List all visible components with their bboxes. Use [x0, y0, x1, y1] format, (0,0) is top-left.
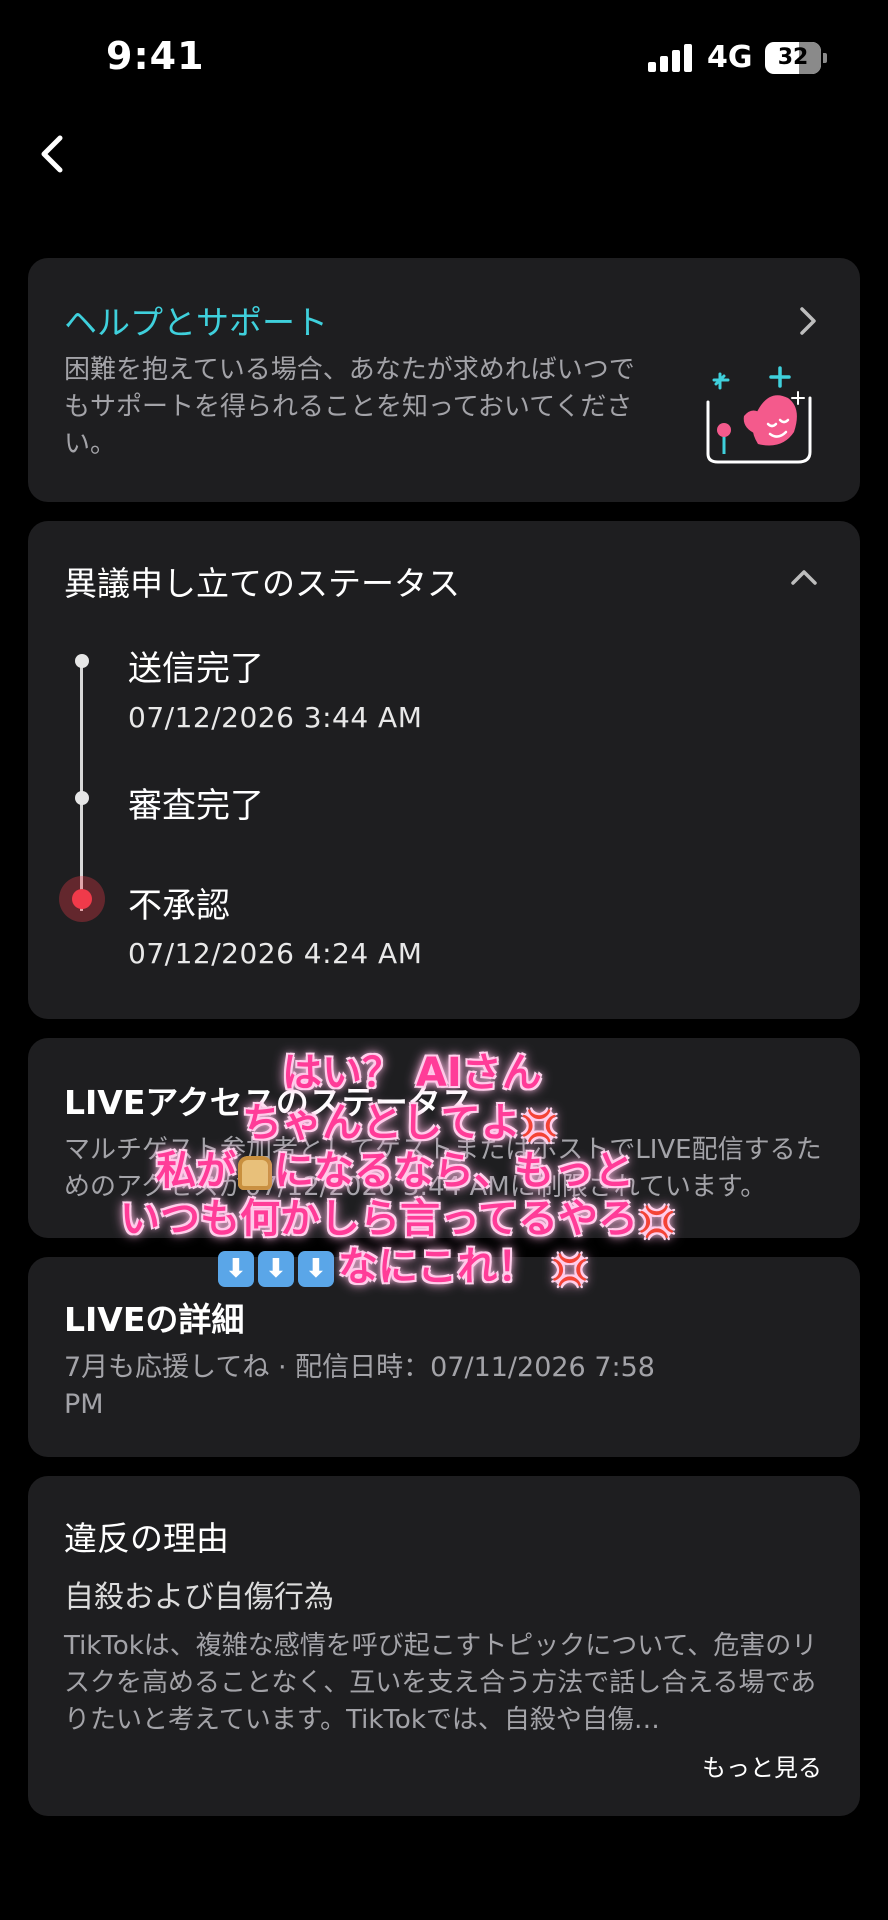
live-details-title: LIVEの詳細	[64, 1300, 245, 1339]
live-access-card: LIVEアクセスのステータス マルチゲスト参加者としてゲストまたはホストでLIV…	[28, 1038, 860, 1238]
step-time-rejected: 07/12/2026 4:24 AM	[128, 937, 423, 970]
status-bar: 9:41 4G 32	[0, 0, 888, 120]
step-label-submitted: 送信完了	[128, 649, 264, 689]
timeline-line	[80, 661, 83, 911]
help-description: 困難を抱えている場合、あなたが求めればいつでもサポートを得られることを知っておい…	[64, 355, 635, 459]
live-access-description: マルチゲスト参加者としてゲストまたはホストでLIVE配信するためのアクセスが07…	[64, 1135, 822, 1202]
violation-reason-card: 違反の理由 自殺および自傷行為 TikTokは、複雑な感情を呼び起こすトピックに…	[28, 1476, 860, 1816]
violation-reason-description: TikTokは、複雑な感情を呼び起こすトピックについて、危害のリスクを高めること…	[64, 1631, 818, 1735]
status-time: 9:41	[106, 34, 205, 78]
violation-reason-title: 違反の理由	[64, 1519, 229, 1558]
appeal-status-card: 異議申し立てのステータス 送信完了 07/12/2026 3:44 AM 審査完…	[28, 521, 860, 1019]
heart-support-illustration	[706, 366, 812, 464]
signal-icon	[648, 44, 694, 72]
chevron-right-icon	[800, 307, 816, 335]
timeline-dot-rejected	[72, 889, 92, 909]
see-more-button[interactable]: もっと見る	[702, 1748, 822, 1783]
step-label-reviewed: 審査完了	[128, 786, 264, 826]
live-access-title: LIVEアクセスのステータス	[64, 1083, 474, 1122]
step-label-rejected: 不承認	[128, 886, 230, 926]
network-type: 4G	[707, 40, 753, 75]
chevron-up-icon[interactable]	[788, 565, 820, 589]
help-title: ヘルプとサポート	[64, 303, 328, 342]
step-time-submitted: 07/12/2026 3:44 AM	[128, 701, 423, 734]
violation-reason-subtitle: 自殺および自傷行為	[64, 1580, 334, 1615]
live-details-description: 7月も応援してね · 配信日時：07/11/2026 7:58 PM	[64, 1352, 655, 1420]
live-details-card: LIVEの詳細 7月も応援してね · 配信日時：07/11/2026 7:58 …	[28, 1257, 860, 1457]
back-button[interactable]	[28, 126, 84, 182]
battery-icon: 32	[765, 42, 827, 74]
timeline-dot	[75, 654, 89, 668]
battery-level: 32	[777, 45, 809, 70]
timeline-dot	[75, 791, 89, 805]
help-support-card[interactable]: ヘルプとサポート 困難を抱えている場合、あなたが求めればいつでもサポートを得られ…	[28, 258, 860, 502]
chevron-left-icon	[41, 135, 63, 173]
appeal-status-title: 異議申し立てのステータス	[64, 564, 460, 603]
